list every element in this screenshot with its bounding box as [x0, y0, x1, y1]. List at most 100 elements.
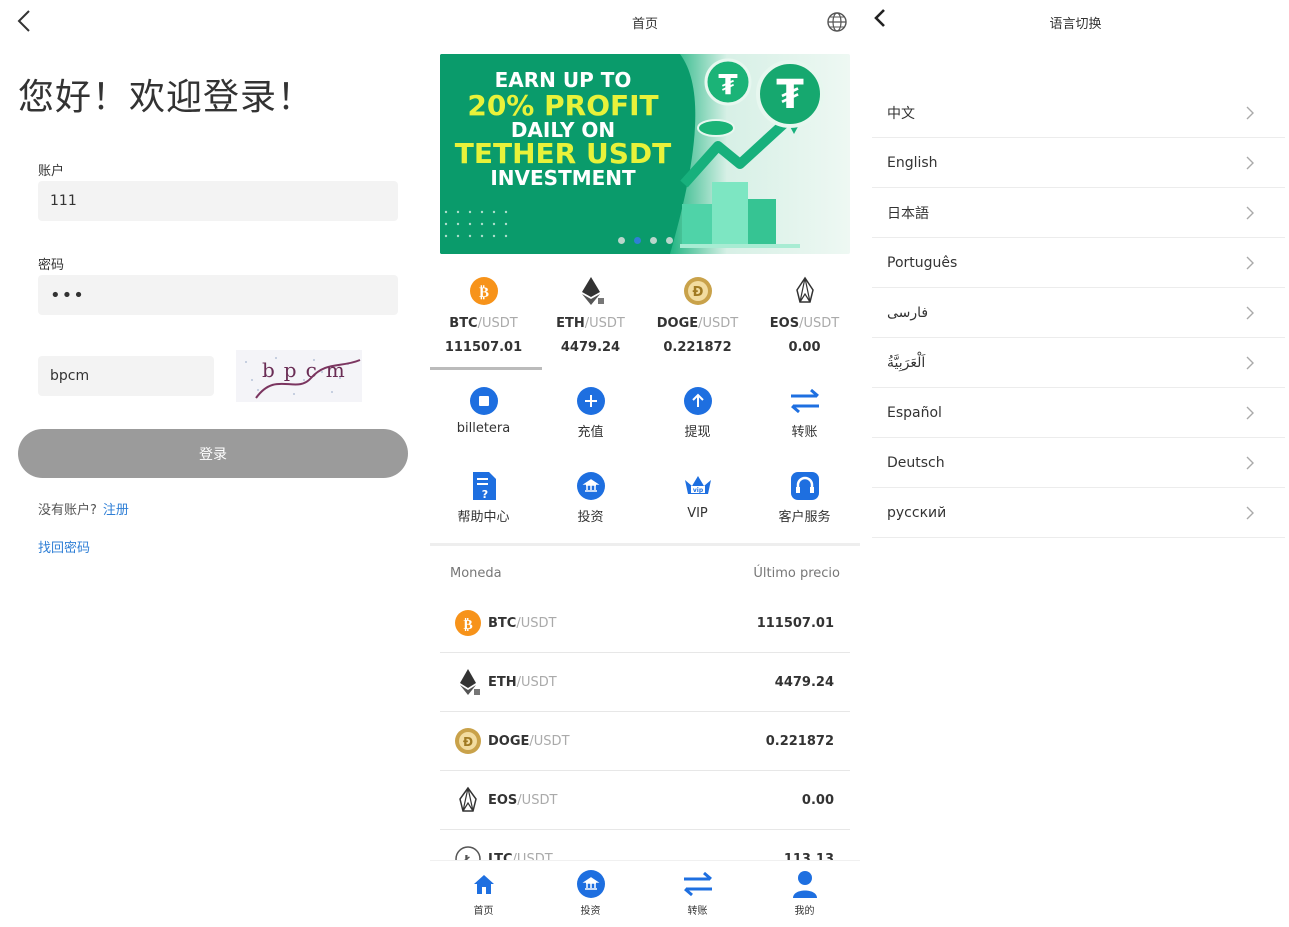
back-arrow-icon[interactable] — [12, 8, 38, 34]
market-row-eos[interactable]: EOS/USDT 0.00 — [440, 771, 850, 830]
tab-label: 我的 — [794, 906, 815, 917]
language-option-fa[interactable]: فارسی — [872, 288, 1285, 338]
ticker-price: 4479.24 — [560, 340, 621, 355]
tab-transfer[interactable]: 转账 — [644, 861, 751, 927]
svg-text:₿: ₿ — [478, 283, 488, 301]
market-base: BTC — [488, 615, 517, 631]
language-option-de[interactable]: Deutsch — [872, 438, 1285, 488]
market-quote: /USDT — [529, 733, 570, 749]
action-label: 客户服务 — [778, 510, 831, 525]
banner-dot[interactable] — [649, 237, 657, 244]
svg-text:₮: ₮ — [776, 72, 804, 118]
arrow-up-circle-icon — [683, 387, 712, 415]
language-option-ru[interactable]: русский — [872, 488, 1285, 538]
language-label: Deutsch — [887, 454, 945, 471]
help-document-icon: ? — [472, 472, 496, 501]
ticker-price: 0.00 — [788, 340, 821, 355]
language-label: English — [887, 154, 938, 171]
tab-invest[interactable]: 投资 — [537, 861, 644, 927]
action-wallet[interactable]: billetera — [430, 385, 537, 440]
language-label: اَلْعَرَبِيَّةُ — [887, 354, 926, 371]
market-header: Moneda Último precio — [450, 566, 840, 581]
language-option-ar[interactable]: اَلْعَرَبِيَّةُ — [872, 338, 1285, 388]
tab-profile[interactable]: 我的 — [751, 861, 858, 927]
language-option-en[interactable]: English — [872, 138, 1285, 188]
action-withdraw[interactable]: 提现 — [644, 385, 751, 440]
action-invest[interactable]: 投资 — [537, 470, 644, 525]
tab-label: 投资 — [580, 906, 601, 917]
chevron-right-icon — [1246, 256, 1254, 269]
market-quote: /USDT — [517, 792, 558, 808]
market-row-btc[interactable]: ₿ BTC/USDT 111507.01 — [440, 594, 850, 653]
action-label: 投资 — [577, 510, 604, 525]
captcha-input[interactable] — [38, 356, 214, 396]
action-label: billetera — [456, 421, 511, 436]
ticker-scroll-indicator — [430, 367, 542, 370]
ticker-base: DOGE — [656, 316, 699, 331]
section-divider — [430, 543, 860, 546]
market-quote: /USDT — [516, 674, 557, 690]
market-row-eth[interactable]: ETH/USDT 4479.24 — [440, 653, 850, 712]
ticker-quote: /USDT — [584, 316, 625, 331]
doge-coin-icon: Ð — [455, 728, 481, 754]
chevron-right-icon — [1246, 356, 1254, 369]
action-help-center[interactable]: ? 帮助中心 — [430, 470, 537, 525]
action-label: VIP — [687, 506, 708, 521]
globe-language-icon[interactable] — [826, 11, 848, 33]
banner-dot-active[interactable] — [633, 237, 641, 244]
account-label: 账户 — [38, 164, 65, 179]
language-option-zh[interactable]: 中文 — [872, 88, 1285, 138]
ticker-btc[interactable]: ₿ BTC/USDT 111507.01 — [430, 270, 537, 370]
tab-home[interactable]: 首页 — [430, 861, 537, 927]
forgot-password-link[interactable]: 找回密码 — [38, 537, 90, 556]
captcha-image[interactable]: bpcm — [236, 350, 362, 402]
captcha-text: bpcm — [262, 358, 354, 382]
ticker-eos[interactable]: EOS/USDT 0.00 — [751, 270, 858, 370]
transfer-arrows-icon — [790, 388, 819, 414]
ticker-quote: /USDT — [799, 316, 840, 331]
ticker-base: BTC — [449, 316, 478, 331]
btc-coin-icon: ₿ — [455, 610, 481, 636]
banner-line-2: 20% PROFIT — [467, 89, 659, 122]
action-deposit[interactable]: 充值 — [537, 385, 644, 440]
action-customer-service[interactable]: 客户服务 — [751, 470, 858, 525]
login-button[interactable]: 登录 — [18, 429, 408, 478]
account-input[interactable] — [38, 181, 398, 221]
promo-banner[interactable]: ₮ ₮ EARN UP TO 20% PROFIT DAILY ON TETHE… — [440, 54, 850, 254]
ticker-doge[interactable]: Ð DOGE/USDT 0.221872 — [644, 270, 751, 370]
market-row-doge[interactable]: Ð DOGE/USDT 0.221872 — [440, 712, 850, 771]
password-input[interactable] — [38, 275, 398, 315]
vip-crown-icon: vip — [684, 476, 711, 494]
ticker-quote: /USDT — [698, 316, 739, 331]
chevron-right-icon — [1246, 106, 1254, 119]
ticker-price: 0.221872 — [663, 340, 732, 355]
eth-coin-icon — [581, 277, 604, 305]
tab-label: 首页 — [473, 906, 494, 917]
language-option-ja[interactable]: 日本語 — [872, 188, 1285, 238]
chevron-right-icon — [1246, 456, 1254, 469]
svg-text:Ð: Ð — [463, 735, 473, 749]
action-transfer[interactable]: 转账 — [751, 385, 858, 440]
user-icon — [792, 871, 817, 898]
banner-dot[interactable] — [617, 237, 625, 244]
ticker-base: ETH — [556, 316, 585, 331]
ticker-eth[interactable]: ETH/USDT 4479.24 — [537, 270, 644, 370]
chevron-right-icon — [1246, 406, 1254, 419]
market-price: 4479.24 — [774, 674, 834, 690]
language-label: فارسی — [887, 304, 929, 321]
bank-icon — [576, 472, 605, 500]
market-price: 111507.01 — [756, 615, 834, 631]
banner-line-1: EARN UP TO — [494, 68, 632, 92]
market-price: 0.00 — [801, 792, 834, 808]
language-screen: 语言切换 中文 English 日本語 Português فارسی اَلْ… — [862, 0, 1289, 927]
banner-dot[interactable] — [665, 237, 673, 244]
ticker-price: 111507.01 — [444, 340, 523, 355]
market-base: DOGE — [488, 733, 530, 749]
market-base: ETH — [488, 674, 517, 690]
action-vip[interactable]: vip VIP — [644, 470, 751, 525]
market-header-coin: Moneda — [450, 566, 502, 581]
register-link[interactable]: 注册 — [103, 503, 129, 518]
language-option-pt[interactable]: Português — [872, 238, 1285, 288]
svg-text:₮: ₮ — [718, 68, 738, 101]
language-option-es[interactable]: Español — [872, 388, 1285, 438]
